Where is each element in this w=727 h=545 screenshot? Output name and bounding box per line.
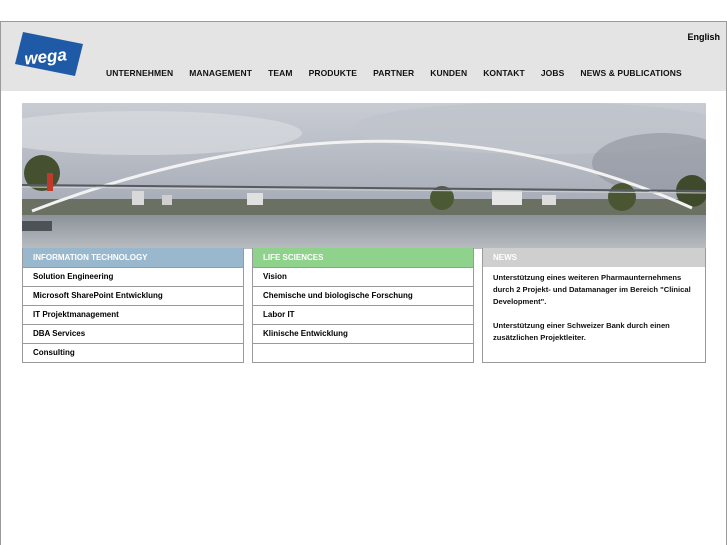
ls-item-empty bbox=[253, 343, 473, 362]
nav-management[interactable]: MANAGEMENT bbox=[189, 68, 252, 82]
it-item-sharepoint[interactable]: Microsoft SharePoint Entwicklung bbox=[23, 286, 243, 305]
language-link-english[interactable]: English bbox=[687, 32, 720, 42]
ls-item-vision[interactable]: Vision bbox=[253, 267, 473, 286]
news-item-2[interactable]: Unterstützung einer Schweizer Bank durch… bbox=[493, 320, 697, 344]
it-column-title: INFORMATION TECHNOLOGY bbox=[23, 248, 243, 267]
nav-kunden[interactable]: KUNDEN bbox=[430, 68, 467, 82]
it-item-dba-services[interactable]: DBA Services bbox=[23, 324, 243, 343]
ls-item-labor-it[interactable]: Labor IT bbox=[253, 305, 473, 324]
nav-partner[interactable]: PARTNER bbox=[373, 68, 414, 82]
bridge-banner-image bbox=[22, 103, 706, 249]
site-header: wega English UNTERNEHMEN MANAGEMENT TEAM… bbox=[1, 22, 726, 91]
it-item-solution-engineering[interactable]: Solution Engineering bbox=[23, 267, 243, 286]
nav-jobs[interactable]: JOBS bbox=[541, 68, 565, 82]
ls-column: LIFE SCIENCES Vision Chemische und biolo… bbox=[252, 248, 474, 363]
it-item-consulting[interactable]: Consulting bbox=[23, 343, 243, 362]
news-item-1[interactable]: Unterstützung eines weiteren Pharmaunter… bbox=[493, 272, 697, 308]
ls-item-klinische-entwicklung[interactable]: Klinische Entwicklung bbox=[253, 324, 473, 343]
ls-item-forschung[interactable]: Chemische und biologische Forschung bbox=[253, 286, 473, 305]
page-frame: wega English UNTERNEHMEN MANAGEMENT TEAM… bbox=[0, 21, 727, 545]
news-body: Unterstützung eines weiteren Pharmaunter… bbox=[483, 267, 705, 344]
it-item-projektmanagement[interactable]: IT Projektmanagement bbox=[23, 305, 243, 324]
nav-unternehmen[interactable]: UNTERNEHMEN bbox=[106, 68, 173, 82]
nav-news-publications[interactable]: NEWS & PUBLICATIONS bbox=[580, 68, 681, 82]
main-nav: UNTERNEHMEN MANAGEMENT TEAM PRODUKTE PAR… bbox=[106, 68, 698, 82]
it-column: INFORMATION TECHNOLOGY Solution Engineer… bbox=[22, 248, 244, 363]
news-column-title: NEWS bbox=[483, 248, 705, 267]
news-column: NEWS Unterstützung eines weiteren Pharma… bbox=[482, 248, 706, 363]
nav-kontakt[interactable]: KONTAKT bbox=[483, 68, 525, 82]
wega-logo[interactable]: wega bbox=[13, 30, 85, 78]
ls-column-title: LIFE SCIENCES bbox=[253, 248, 473, 267]
nav-team[interactable]: TEAM bbox=[268, 68, 292, 82]
nav-produkte[interactable]: PRODUKTE bbox=[309, 68, 358, 82]
